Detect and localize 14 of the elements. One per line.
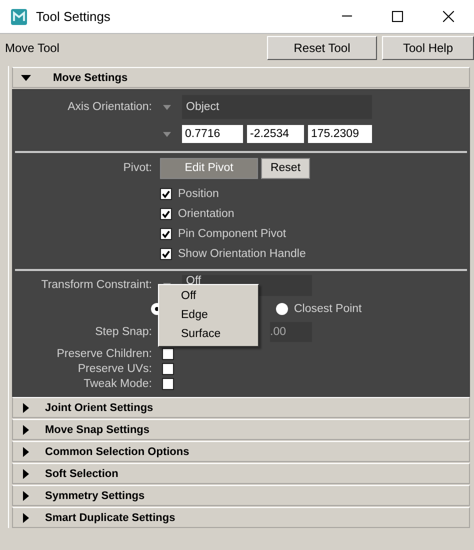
field-label: Pivot: bbox=[122, 162, 152, 174]
checkbox-label: Show Orientation Handle bbox=[178, 248, 306, 260]
checkbox-label: Orientation bbox=[178, 208, 234, 220]
field-label: Axis Orientation: bbox=[66, 101, 152, 113]
window-title: Tool Settings bbox=[36, 9, 112, 24]
radio-label: Closest Point bbox=[294, 303, 362, 315]
checkbox-label: Pin Component Pivot bbox=[178, 228, 286, 240]
checkbox-label: Preserve UVs: bbox=[76, 362, 152, 374]
tool-name: Move Tool bbox=[4, 41, 60, 55]
field-label: Step Snap: bbox=[94, 326, 152, 338]
checkbox-label: Tweak Mode: bbox=[82, 378, 152, 390]
checkbox-label: Position bbox=[178, 188, 219, 200]
field-label: Transform Constraint: bbox=[40, 279, 152, 291]
checkbox-label: Preserve Children: bbox=[56, 348, 152, 360]
